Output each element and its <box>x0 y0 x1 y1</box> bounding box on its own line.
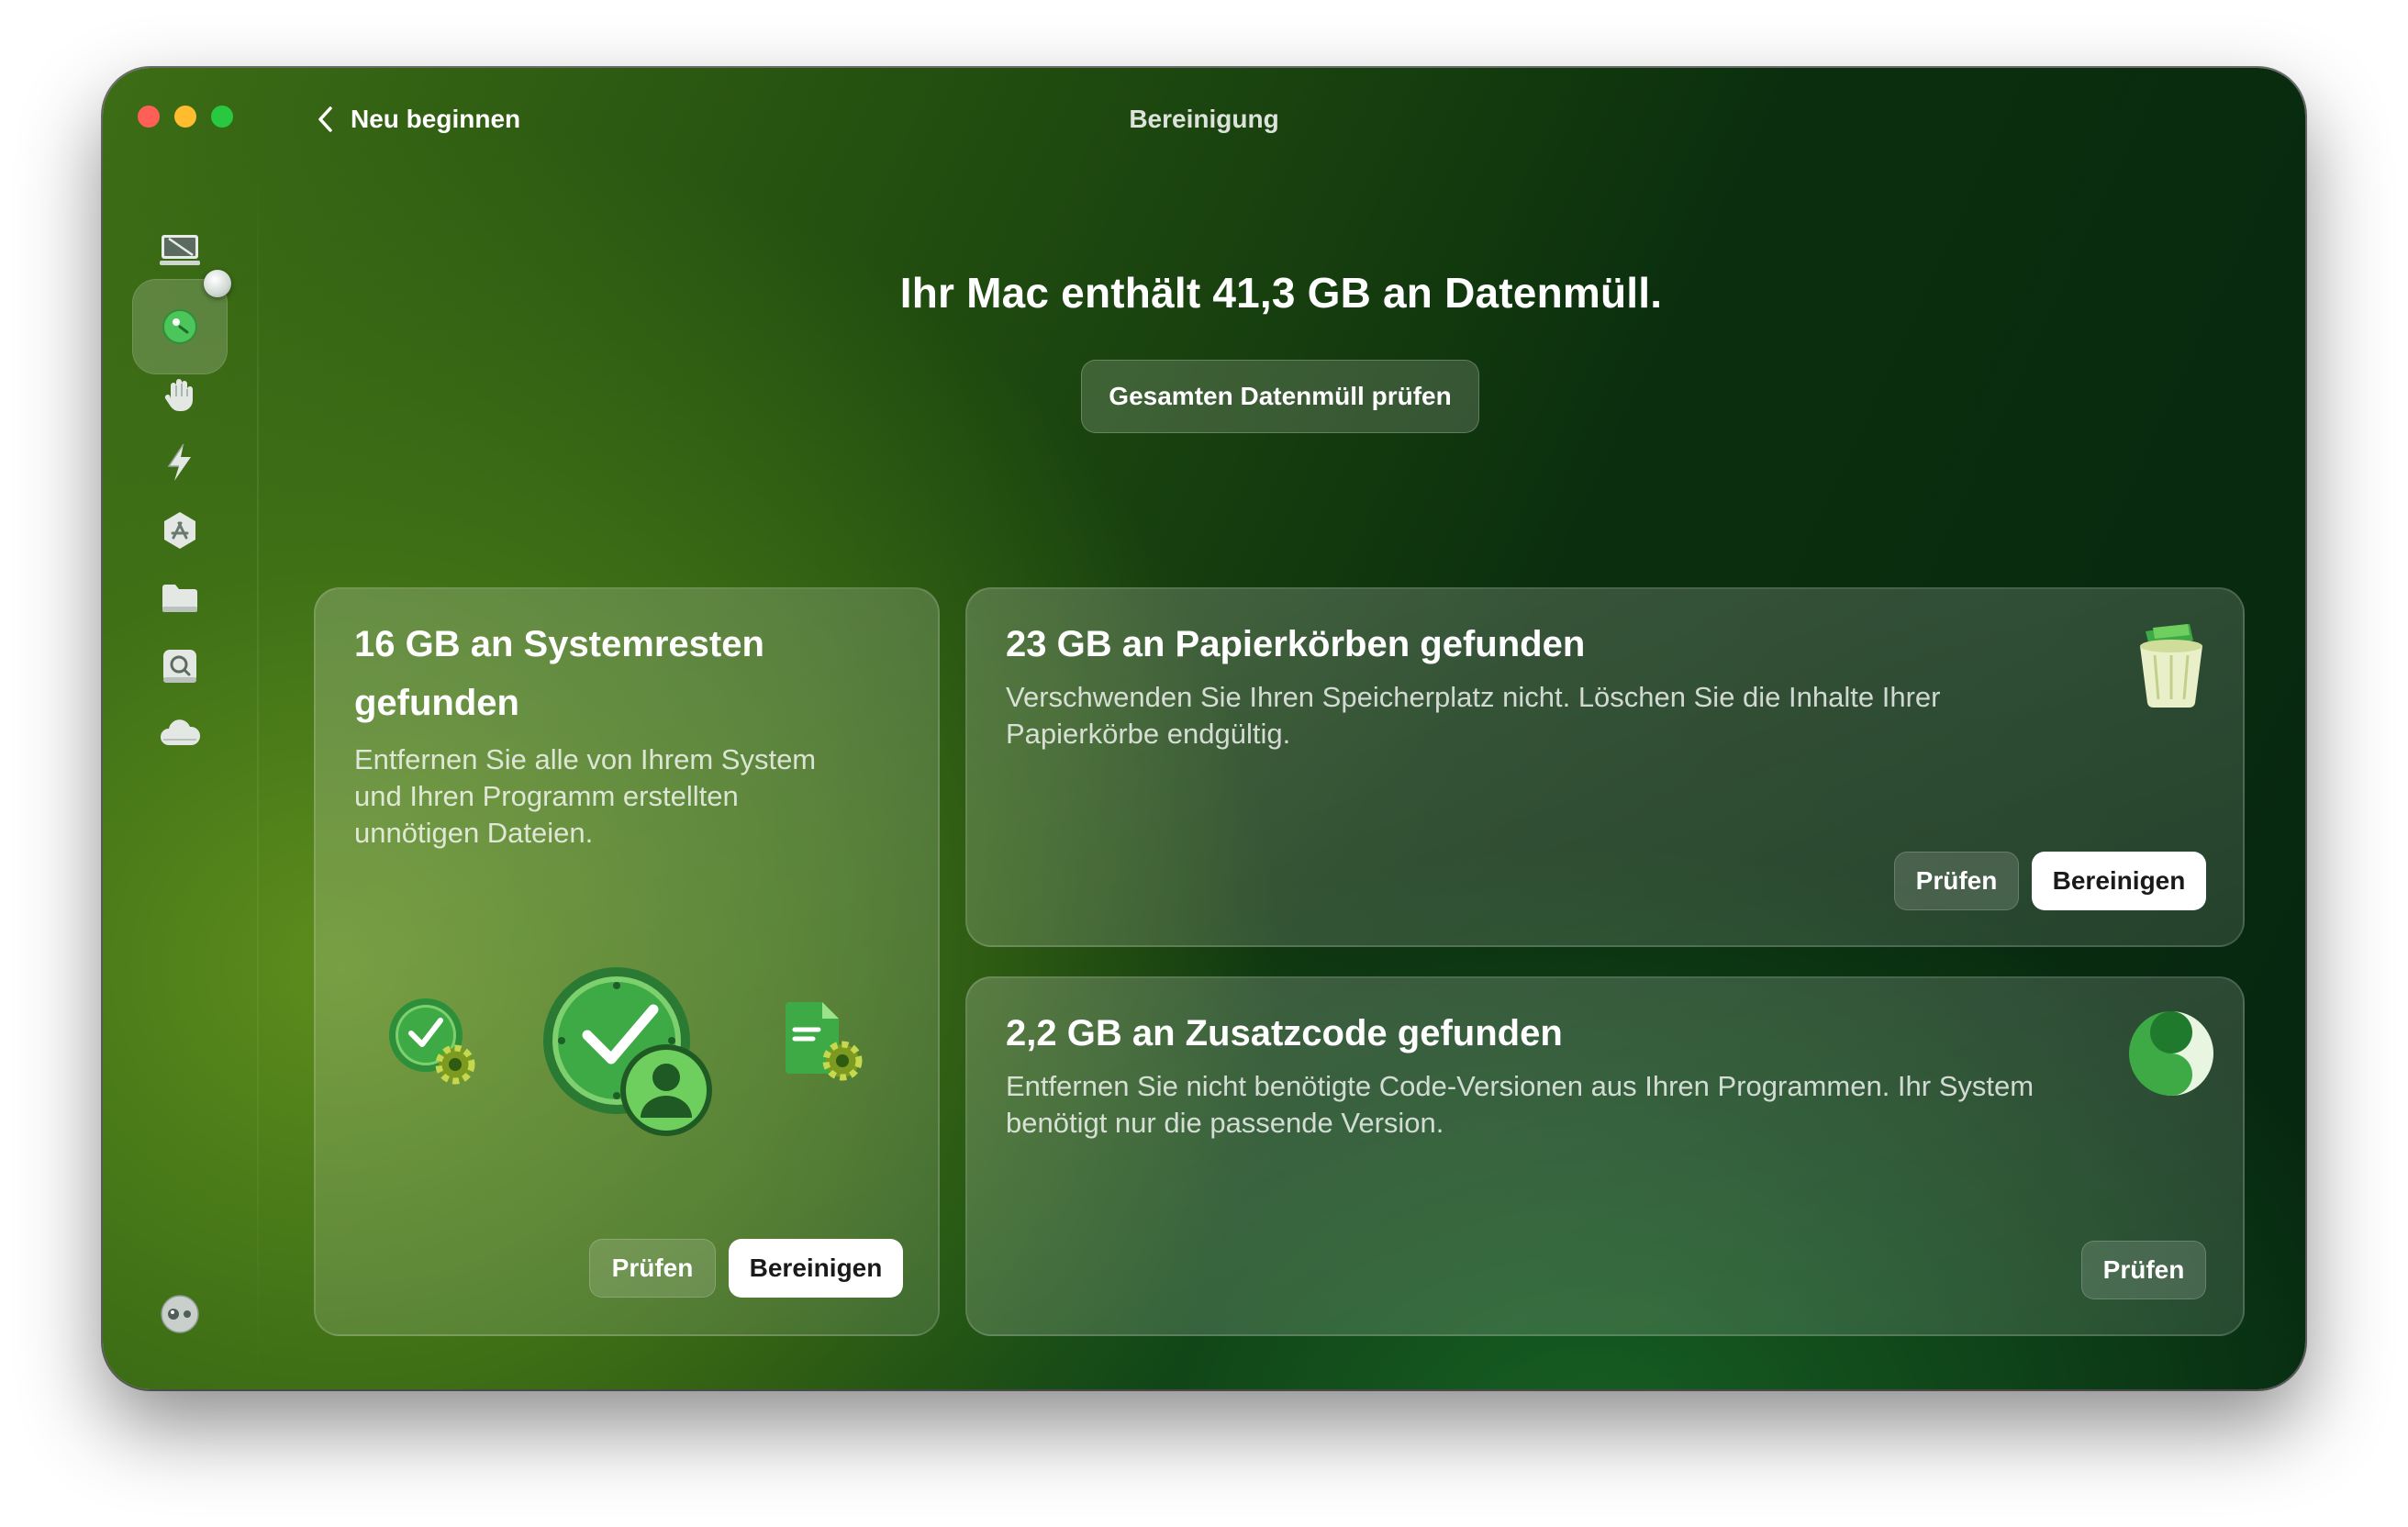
sidebar <box>103 169 257 1389</box>
system-junk-clean-button[interactable]: Bereinigen <box>729 1239 903 1298</box>
monitor-icon <box>160 235 200 265</box>
lightning-icon <box>167 443 191 481</box>
trash-clean-button[interactable]: Bereinigen <box>2032 852 2206 910</box>
clock-gear-icon <box>389 998 475 1085</box>
review-all-junk-button[interactable]: Gesamten Datenmüll prüfen <box>1081 360 1479 433</box>
cloud-icon <box>161 719 201 745</box>
sidebar-divider <box>257 169 259 1389</box>
folder-icon <box>162 585 197 612</box>
clock-user-icon <box>543 967 712 1136</box>
system-junk-desc-line3: unnötigen Dateien. <box>354 817 594 849</box>
file-gear-icon <box>786 1002 863 1081</box>
window-title: Bereinigung <box>1129 105 1279 133</box>
junk-summary-headline: Ihr Mac enthält 41,3 GB an Datenmüll. <box>899 269 1663 317</box>
active-indicator <box>204 270 231 297</box>
binary-split-icon <box>2129 1011 2213 1096</box>
system-junk-review-button[interactable]: Prüfen <box>589 1239 716 1298</box>
trash-title: 23 GB an Papierkörben gefunden <box>1006 624 1586 664</box>
system-junk-card: 16 GB an Systemresten gefunden Entfernen… <box>314 587 940 1336</box>
trash-desc-line2: Papierkörbe endgültig. <box>1006 718 1291 750</box>
system-junk-desc-line2: und Ihren Programm erstellten <box>354 780 739 812</box>
trash-desc-line1: Verschwenden Sie Ihren Speicherplatz nic… <box>1006 681 1941 713</box>
universal-binaries-desc-line1: Entfernen Sie nicht benötigte Code-Versi… <box>1006 1070 2035 1102</box>
app-store-icon <box>164 512 195 549</box>
system-junk-title-line2: gefunden <box>354 683 519 723</box>
trash-bin-icon <box>2140 624 2202 708</box>
trash-card: 23 GB an Papierkörben gefunden Verschwen… <box>965 587 2245 947</box>
universal-binaries-review-button[interactable]: Prüfen <box>2081 1241 2206 1299</box>
system-junk-title-line1: 16 GB an Systemresten <box>354 624 764 664</box>
disk-search-icon <box>163 650 196 683</box>
system-junk-desc-line1: Entfernen Sie alle von Ihrem System <box>354 743 817 775</box>
hand-icon <box>164 379 193 412</box>
universal-binaries-desc-line2: benötigt nur die passende Version. <box>1006 1107 1444 1139</box>
universal-binaries-card: 2,2 GB an Zusatzcode gefunden Entfernen … <box>965 976 2245 1336</box>
sidebar-item-cloud-cleanup[interactable] <box>132 686 228 782</box>
universal-binaries-title: 2,2 GB an Zusatzcode gefunden <box>1006 1013 1563 1053</box>
assistant-icon <box>161 1295 199 1333</box>
app-window: Neu beginnen Bereinigung Ihr Mac enthält… <box>103 68 2305 1389</box>
cleanup-icon <box>162 309 197 344</box>
trash-review-button[interactable]: Prüfen <box>1894 852 2019 910</box>
sidebar-item-assistant[interactable] <box>132 1266 228 1362</box>
